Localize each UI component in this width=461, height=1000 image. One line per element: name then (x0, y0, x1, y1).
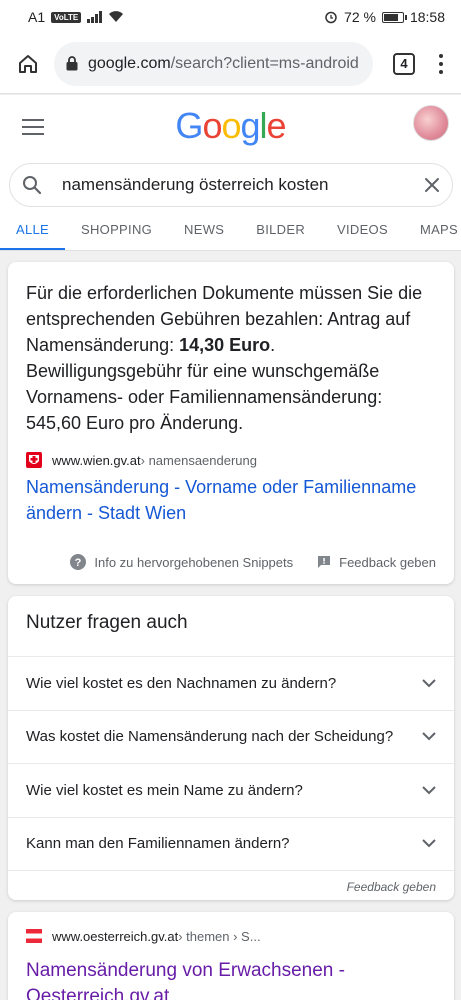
chevron-down-icon (422, 679, 436, 688)
paa-question-text: Was kostet die Namensänderung nach der S… (26, 728, 394, 746)
tab-news[interactable]: NEWS (168, 215, 240, 250)
lock-icon (66, 56, 78, 71)
logo-letter: G (175, 105, 203, 146)
battery-percent: 72 % (344, 9, 376, 25)
status-left: A1 VoLTE (28, 9, 124, 25)
logo-letter: l (259, 105, 268, 146)
snippet-feedback-link[interactable]: Feedback geben (317, 554, 436, 570)
chevron-down-icon (422, 839, 436, 848)
tab-bilder[interactable]: BILDER (240, 215, 321, 250)
chevron-down-icon (422, 732, 436, 741)
tab-switcher-button[interactable]: 4 (393, 52, 415, 75)
snippet-info-label: Info zu hervorgehobenen Snippets (94, 554, 294, 570)
tab-videos[interactable]: VIDEOS (321, 215, 404, 250)
svg-text:?: ? (75, 557, 82, 569)
logo-letter: o (202, 105, 222, 146)
paa-question-text: Kann man den Familiennamen ändern? (26, 835, 290, 853)
paa-question-2[interactable]: Was kostet die Namensänderung nach der S… (8, 709, 454, 764)
chevron-down-icon (422, 786, 436, 795)
google-logo[interactable]: Google (0, 105, 461, 147)
austria-flag-icon (26, 928, 42, 944)
snippet-result-link[interactable]: Namensänderung - Vorname oder Familienna… (26, 474, 436, 526)
featured-snippet-card: Für die erforderlichen Dokumente müssen … (8, 262, 454, 584)
overflow-menu-icon[interactable] (431, 53, 451, 74)
paa-title: Nutzer fragen auch (26, 612, 188, 633)
result-source-path: › themen › S... (178, 928, 261, 944)
logo-letter: o (221, 105, 241, 146)
carrier-label: A1 (28, 9, 46, 25)
snippet-feedback-label: Feedback geben (339, 554, 436, 570)
people-also-ask-card: Nutzer fragen auch Wie viel kostet es de… (8, 596, 454, 900)
tab-alle[interactable]: ALLE (0, 215, 66, 250)
search-input[interactable]: namensänderung österreich kosten (62, 175, 424, 195)
browser-toolbar: google.com/search?client=ms-android 4 (0, 34, 461, 94)
home-icon (19, 54, 37, 73)
search-area: namensänderung österreich kosten (0, 155, 461, 215)
result-link[interactable]: Namensänderung von Erwachsenen - Oesterr… (26, 958, 436, 1000)
snippet-info-link[interactable]: ? Info zu hervorgehobenen Snippets (70, 554, 293, 570)
snippet-source-domain: www.wien.gv.at (52, 452, 141, 468)
clear-icon[interactable] (424, 177, 440, 193)
snippet-text-bold: 14,30 Euro (179, 335, 271, 355)
home-button[interactable] (10, 46, 46, 82)
snippet-text: Für die erforderlichen Dokumente müssen … (26, 280, 436, 436)
status-bar: A1 VoLTE 72 % 18:58 (0, 0, 461, 34)
paa-question-text: Wie viel kostet es den Nachnamen zu ände… (26, 674, 337, 692)
url-bar[interactable]: google.com/search?client=ms-android (54, 41, 373, 86)
snippet-source-path: › namensaenderung (140, 452, 257, 468)
paa-question-1[interactable]: Wie viel kostet es den Nachnamen zu ände… (8, 656, 454, 710)
feedback-icon (318, 556, 331, 568)
battery-fill (383, 13, 399, 21)
paa-question-text: Wie viel kostet es mein Name zu ändern? (26, 781, 303, 799)
result-source[interactable]: www.oesterreich.gv.at › themen › S... (26, 928, 436, 944)
paa-feedback-link[interactable]: Feedback geben (8, 870, 454, 900)
result-source-domain: www.oesterreich.gv.at (52, 928, 179, 944)
search-icon[interactable] (22, 175, 42, 195)
tab-maps[interactable]: MAPS (404, 215, 461, 250)
paa-question-3[interactable]: Wie viel kostet es mein Name zu ändern? (8, 763, 454, 817)
wifi-icon (109, 11, 124, 22)
signal-icon (87, 11, 103, 23)
paa-question-4[interactable]: Kann man den Familiennamen ändern? (8, 816, 454, 871)
url-host: google.com (88, 54, 171, 72)
account-avatar[interactable] (413, 105, 449, 141)
url-path: /search?client=ms-android (170, 54, 359, 72)
volte-badge: VoLTE (51, 11, 82, 23)
google-header: Google (0, 95, 461, 155)
alarm-icon (325, 11, 337, 24)
battery-icon (381, 11, 407, 23)
wien-favicon-icon (26, 452, 42, 468)
snippet-footer: ? Info zu hervorgehobenen Snippets Feedb… (8, 554, 454, 570)
status-right: 72 % 18:58 (324, 9, 445, 25)
search-tabs: ALLE SHOPPING NEWS BILDER VIDEOS MAPS (0, 215, 461, 251)
search-result-card: www.oesterreich.gv.at › themen › S... Na… (8, 912, 454, 1000)
logo-letter: e (266, 105, 287, 146)
search-box[interactable]: namensänderung österreich kosten (9, 163, 453, 207)
clock: 18:58 (409, 9, 445, 25)
snippet-source[interactable]: www.wien.gv.at › namensaenderung (26, 452, 436, 468)
logo-letter: g (240, 105, 261, 146)
help-icon: ? (70, 554, 87, 570)
tab-shopping[interactable]: SHOPPING (65, 215, 168, 250)
